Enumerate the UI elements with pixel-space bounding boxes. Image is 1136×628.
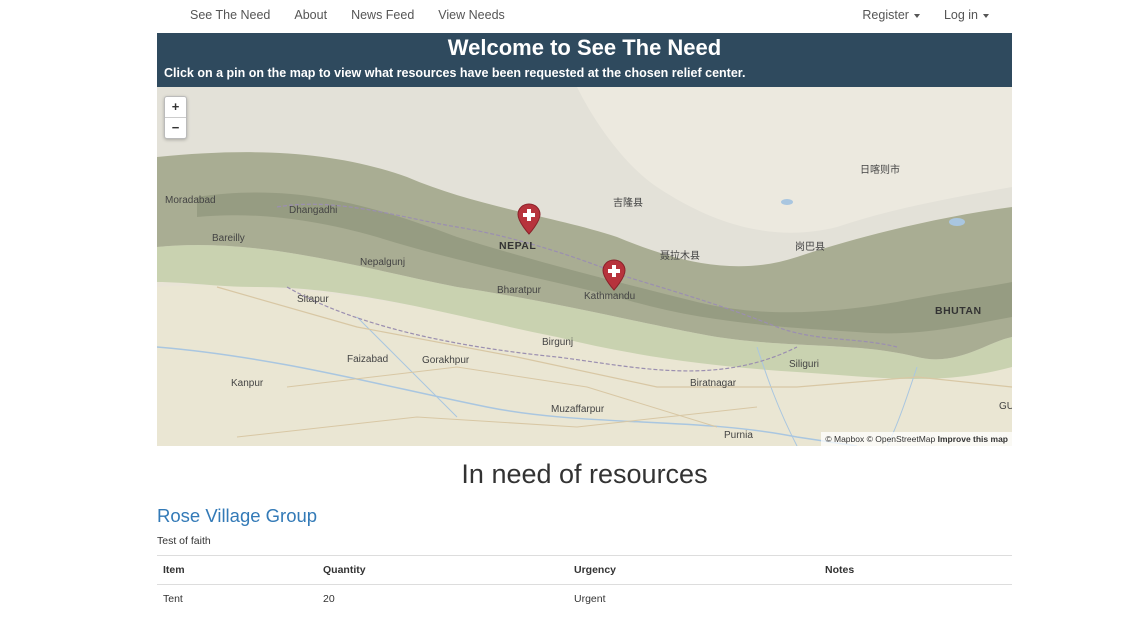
map-label-bhutan: BHUTAN	[935, 305, 982, 317]
cell-quantity: 20	[317, 584, 568, 613]
map-label-muzaffarpur: Muzaffarpur	[551, 404, 605, 415]
group-description: Test of faith	[157, 535, 211, 547]
map-label-faizabad: Faizabad	[347, 354, 389, 365]
table-header-row: Item Quantity Urgency Notes	[157, 555, 1012, 585]
column-header-item: Item	[157, 555, 317, 585]
relief-center-pin[interactable]	[517, 203, 541, 235]
nav-right: Register Log in	[850, 0, 1001, 30]
map-label-nyalam: 聂拉木县	[660, 251, 700, 262]
map-label-gu: GU	[999, 401, 1012, 412]
login-dropdown[interactable]: Log in	[944, 8, 989, 22]
column-header-notes: Notes	[819, 555, 1012, 585]
cell-item: Tent	[157, 584, 317, 613]
map-attribution: © Mapbox © OpenStreetMap Improve this ma…	[821, 432, 1012, 446]
column-header-quantity: Quantity	[317, 555, 568, 585]
zoom-out-button[interactable]: −	[165, 117, 186, 138]
nav-brand-link[interactable]: See The Need	[190, 8, 270, 22]
register-dropdown[interactable]: Register	[862, 8, 920, 22]
banner-title: Welcome to See The Need	[447, 35, 722, 60]
nav-left: See The Need About News Feed View Needs	[178, 0, 517, 30]
improve-map-link[interactable]: Improve this map	[938, 434, 1008, 444]
caret-down-icon	[983, 13, 989, 18]
navbar: See The Need About News Feed View Needs …	[0, 0, 1136, 30]
nav-view-needs-link[interactable]: View Needs	[438, 8, 504, 22]
nav-news-feed-link[interactable]: News Feed	[351, 8, 414, 22]
relief-map[interactable]: + − Moradabad Dhangadhi Bareilly Nepalgu…	[157, 87, 1012, 446]
banner-subtitle: Click on a pin on the map to view what r…	[164, 66, 746, 80]
map-label-kathmandu: Kathmandu	[584, 291, 636, 302]
map-label-nepal: NEPAL	[499, 240, 537, 252]
map-label-siliguri: Siliguri	[789, 359, 820, 370]
welcome-banner: Welcome to See The Need Click on a pin o…	[157, 33, 1012, 87]
map-label-birgunj: Birgunj	[542, 337, 574, 348]
zoom-control: + −	[164, 96, 187, 139]
map-label-gorakhpur: Gorakhpur	[422, 355, 470, 366]
map-label-kangmar: 岗巴县	[795, 242, 825, 253]
map-label-nepalgunj: Nepalgunj	[360, 257, 406, 268]
login-label: Log in	[943, 8, 978, 22]
map-label-biratnagar: Biratnagar	[690, 378, 737, 389]
resources-table: Item Quantity Urgency Notes Tent 20 Urge…	[157, 555, 1012, 613]
column-header-urgency: Urgency	[568, 555, 819, 585]
map-label-dhangadhi: Dhangadhi	[289, 205, 338, 216]
map-label-gyirong: 吉隆县	[613, 198, 643, 209]
cell-urgency: Urgent	[568, 584, 819, 613]
map-label-sitapur: Sitapur	[297, 294, 329, 305]
map-terrain	[157, 87, 1012, 446]
cell-notes	[819, 584, 1012, 613]
map-label-bareilly: Bareilly	[212, 233, 245, 244]
map-label-shigatse: 日喀则市	[860, 165, 900, 176]
map-label-purnia: Purnia	[724, 430, 753, 441]
zoom-in-button[interactable]: +	[165, 97, 186, 117]
relief-center-pin[interactable]	[602, 259, 626, 291]
caret-down-icon	[913, 13, 920, 18]
section-title: In need of resources	[461, 459, 708, 489]
register-label: Register	[862, 8, 909, 22]
group-name-link[interactable]: Rose Village Group	[157, 505, 317, 527]
map-label-bharatpur: Bharatpur	[497, 285, 541, 296]
attribution-sources[interactable]: © Mapbox © OpenStreetMap	[825, 434, 935, 444]
map-label-kanpur: Kanpur	[231, 378, 264, 389]
map-label-moradabad: Moradabad	[165, 195, 216, 206]
table-row: Tent 20 Urgent	[157, 584, 1012, 613]
nav-about-link[interactable]: About	[294, 8, 327, 22]
